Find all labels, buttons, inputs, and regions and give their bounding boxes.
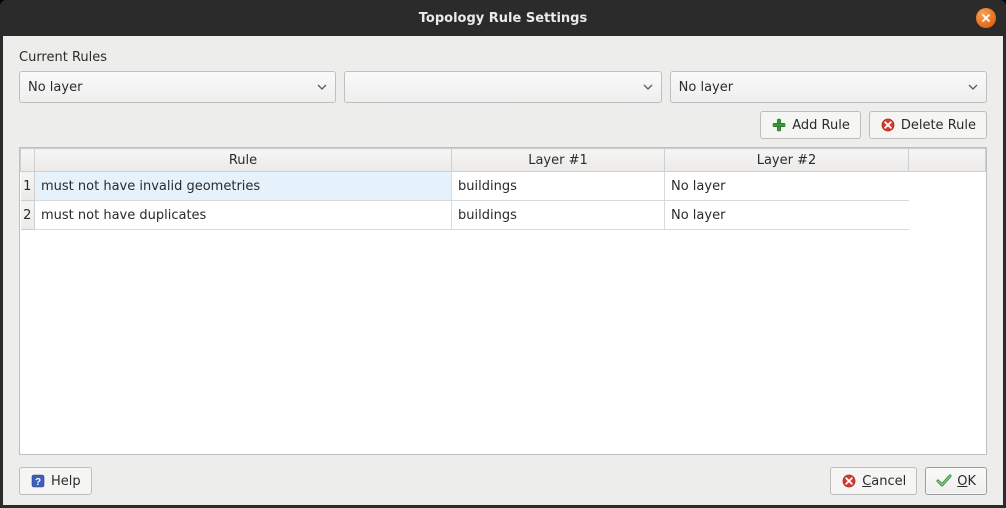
dialog-footer: ? Help: [19, 455, 987, 495]
delete-rule-label: Delete Rule: [901, 118, 976, 133]
table-row[interactable]: 2must not have duplicatesbuildingsNo lay…: [21, 201, 986, 230]
header-layer2[interactable]: Layer #2: [665, 149, 909, 172]
header-layer1[interactable]: Layer #1: [452, 149, 665, 172]
header-rule[interactable]: Rule: [35, 149, 452, 172]
layer2-combo[interactable]: No layer: [670, 71, 987, 103]
table-row[interactable]: 1must not have invalid geometriesbuildin…: [21, 172, 986, 201]
header-gutter: [909, 149, 986, 172]
window-frame: Current Rules No layer No layer: [0, 36, 1006, 508]
rules-table: Rule Layer #1 Layer #2 1must not have in…: [19, 147, 987, 455]
layer2-combo-text: No layer: [679, 80, 966, 95]
cell-layer2[interactable]: No layer: [665, 172, 909, 201]
close-icon: [981, 13, 991, 23]
ok-icon: [936, 473, 952, 489]
chevron-down-icon: [966, 84, 980, 90]
cancel-label: Cancel: [862, 474, 906, 489]
layer1-combo[interactable]: No layer: [19, 71, 336, 103]
chevron-down-icon: [641, 84, 655, 90]
row-number[interactable]: 2: [21, 201, 35, 230]
help-icon: ?: [30, 473, 46, 489]
plus-icon: [771, 117, 787, 133]
ok-button[interactable]: OK: [925, 467, 987, 495]
help-label: Help: [51, 474, 81, 489]
rule-builder-row: No layer No layer: [19, 71, 987, 103]
titlebar: Topology Rule Settings: [0, 0, 1006, 36]
delete-rule-button[interactable]: Delete Rule: [869, 111, 987, 139]
delete-icon: [880, 117, 896, 133]
cell-layer2[interactable]: No layer: [665, 201, 909, 230]
help-button[interactable]: ? Help: [19, 467, 92, 495]
table-header: Rule Layer #1 Layer #2: [21, 149, 986, 172]
window: Topology Rule Settings Current Rules No …: [0, 0, 1006, 508]
current-rules-label: Current Rules: [19, 50, 987, 65]
cancel-button[interactable]: Cancel: [830, 467, 917, 495]
table-corner: [21, 149, 35, 172]
window-close-button[interactable]: [976, 8, 996, 28]
ok-label: OK: [957, 474, 976, 489]
row-number[interactable]: 1: [21, 172, 35, 201]
cell-rule[interactable]: must not have invalid geometries: [35, 172, 452, 201]
dialog-body: Current Rules No layer No layer: [3, 36, 1003, 505]
add-rule-button[interactable]: Add Rule: [760, 111, 861, 139]
cancel-icon: [841, 473, 857, 489]
rule-combo[interactable]: [344, 71, 661, 103]
table-body: 1must not have invalid geometriesbuildin…: [21, 172, 986, 230]
layer1-combo-text: No layer: [28, 80, 315, 95]
add-rule-label: Add Rule: [792, 118, 850, 133]
action-row: Add Rule Delete Rule: [19, 111, 987, 139]
chevron-down-icon: [315, 84, 329, 90]
cell-rule[interactable]: must not have duplicates: [35, 201, 452, 230]
cell-layer1[interactable]: buildings: [452, 201, 665, 230]
window-title: Topology Rule Settings: [419, 11, 587, 26]
cell-layer1[interactable]: buildings: [452, 172, 665, 201]
svg-text:?: ?: [35, 477, 41, 488]
